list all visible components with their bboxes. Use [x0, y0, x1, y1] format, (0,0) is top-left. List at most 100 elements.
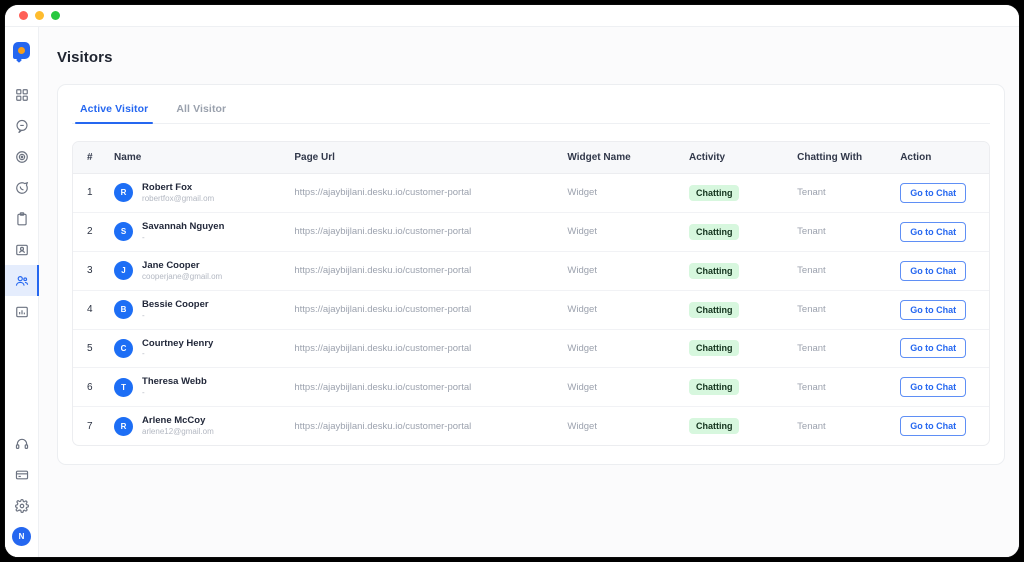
row-widget-name: Widget	[561, 173, 683, 213]
window-close-button[interactable]	[19, 11, 28, 20]
sidebar-item-billing[interactable]	[5, 459, 39, 490]
gear-icon	[14, 498, 29, 513]
column-header-chatting-with: Chatting With	[791, 142, 895, 174]
table-row: 2 S Savannah Nguyen - https://ajaybijlani.de…	[73, 212, 989, 252]
user-avatar[interactable]: N	[12, 527, 31, 546]
row-widget-name: Widget	[567, 420, 597, 432]
grid-dashboard-icon	[15, 88, 29, 102]
visitor-name: Courtney Henry	[142, 337, 214, 349]
visitor-email: -	[142, 349, 145, 359]
status-badge: Chatting	[688, 418, 740, 435]
go-to-chat-button[interactable]: Go to Chat	[900, 416, 967, 437]
sidebar-item-visitors[interactable]	[5, 265, 39, 296]
visitors-table-wrapper: # Name Page Url Widget Name Activity Cha…	[72, 141, 990, 447]
go-to-chat-button[interactable]: Go to Chat	[900, 260, 967, 281]
column-header-widget-name: Widget Name	[561, 142, 683, 174]
tab-active-visitor[interactable]: Active Visitor	[74, 99, 154, 124]
visitor-email: -	[142, 310, 145, 320]
visitor-name: Jane Cooper	[142, 259, 200, 271]
sidebar-item-dashboard[interactable]	[5, 79, 39, 110]
sidebar-item-contacts[interactable]	[5, 234, 39, 265]
app-body: N Visitors Active Visitor All Visitor # …	[5, 27, 1019, 557]
visitor-email: -	[142, 232, 145, 242]
status-badge: Chatting	[688, 379, 740, 396]
row-action: Go to Chat	[894, 173, 989, 213]
row-index: 7	[87, 420, 93, 432]
visitor-name: Robert Fox	[142, 182, 193, 193]
visitor-name: Bessie Cooper	[142, 298, 209, 310]
sidebar-item-support[interactable]	[5, 428, 39, 459]
row-action: Go to Chat	[894, 290, 989, 330]
row-action: Go to Chat	[894, 212, 989, 252]
avatar: R	[114, 416, 134, 436]
visitor-email: arlene12@gmail.om	[142, 427, 214, 437]
row-name-cell: R Robert Fox robertfox@gmail.om	[108, 173, 289, 213]
table-row: 1 R Robert Fox robertfox@gmail.om https://aj…	[73, 173, 989, 213]
row-chatting-with: Tenant	[791, 251, 895, 291]
status-badge: Chatting	[688, 184, 740, 201]
row-index: 3	[73, 251, 109, 291]
row-page-url: https://ajaybijlani.desku.io/customer-po…	[288, 290, 562, 330]
window-maximize-button[interactable]	[51, 11, 60, 20]
visitors-card: Active Visitor All Visitor # Name Page U…	[57, 84, 1005, 466]
row-name-cell: J Jane Cooper cooperjane@gmail.om	[108, 251, 289, 291]
status-badge: Chatting	[688, 262, 740, 279]
page-title: Visitors	[57, 49, 113, 66]
main-content: Visitors Active Visitor All Visitor # Na…	[39, 27, 1019, 557]
row-widget-name: Widget	[561, 212, 683, 252]
row-chatting-with: Tenant	[791, 173, 895, 213]
visitor-tabs: Active Visitor All Visitor	[72, 99, 990, 124]
row-page-url: https://ajaybijlani.desku.io/customer-po…	[288, 329, 562, 369]
table-row: 7 R Arlene McCoy arlene12@gmail.om https://a…	[73, 407, 989, 445]
table-row: 3 J Jane Cooper cooperjane@gmail.om https://…	[73, 251, 989, 291]
row-widget-name: Widget	[561, 251, 683, 291]
row-activity: Chatting	[682, 290, 792, 330]
go-to-chat-button[interactable]: Go to Chat	[900, 221, 967, 242]
sidebar-item-campaigns[interactable]	[5, 141, 39, 172]
clipboard-icon	[15, 211, 29, 226]
go-to-chat-button[interactable]: Go to Chat	[900, 182, 967, 203]
go-to-chat-button[interactable]: Go to Chat	[900, 338, 967, 359]
row-activity: Chatting	[682, 173, 792, 213]
logo-dot-icon	[18, 46, 25, 54]
row-page-url: https://ajaybijlani.desku.io/customer-po…	[294, 420, 472, 432]
app-window: N Visitors Active Visitor All Visitor # …	[4, 4, 1020, 558]
target-spiral-icon	[15, 150, 29, 164]
go-to-chat-button[interactable]: Go to Chat	[900, 299, 967, 320]
table-row: 5 C Courtney Henry - https://ajaybijlani.des…	[73, 329, 989, 369]
sidebar: N	[5, 27, 39, 557]
status-badge: Chatting	[688, 223, 740, 240]
row-action: Go to Chat	[894, 407, 989, 445]
row-index: 2	[73, 212, 109, 252]
row-activity: Chatting	[682, 251, 792, 291]
status-badge: Chatting	[688, 340, 740, 357]
sidebar-item-settings[interactable]	[5, 490, 39, 521]
table-head: # Name Page Url Widget Name Activity Cha…	[73, 142, 989, 174]
row-name-cell: B Bessie Cooper -	[108, 290, 289, 330]
sidebar-item-conversations[interactable]	[5, 110, 39, 141]
visitor-email: cooperjane@gmail.om	[142, 271, 223, 281]
row-action: Go to Chat	[894, 251, 989, 291]
column-header-activity: Activity	[682, 142, 792, 174]
window-minimize-button[interactable]	[35, 11, 44, 20]
row-name-cell: R Arlene McCoy arlene12@gmail.om	[108, 407, 288, 445]
row-name-cell: T Theresa Webb -	[108, 367, 289, 408]
status-badge: Chatting	[688, 301, 740, 318]
avatar: B	[114, 300, 134, 320]
sidebar-item-tasks[interactable]	[5, 203, 39, 234]
visitor-name: Arlene McCoy	[142, 415, 206, 427]
credit-card-icon	[15, 468, 29, 482]
row-page-url: https://ajaybijlani.desku.io/customer-po…	[288, 173, 562, 213]
row-activity: Chatting	[682, 212, 792, 252]
row-widget-name: Widget	[561, 290, 683, 330]
app-logo[interactable]	[5, 33, 39, 67]
sidebar-item-reports[interactable]	[5, 296, 39, 327]
avatar: S	[114, 222, 134, 242]
tab-all-visitor[interactable]: All Visitor	[174, 99, 228, 123]
row-page-url: https://ajaybijlani.desku.io/customer-po…	[288, 251, 562, 291]
avatar: T	[114, 377, 134, 397]
visitor-email: robertfox@gmail.om	[142, 193, 215, 203]
chat-bubble-icon	[15, 119, 29, 133]
sidebar-item-whatsapp[interactable]	[5, 172, 39, 203]
go-to-chat-button[interactable]: Go to Chat	[900, 377, 967, 398]
